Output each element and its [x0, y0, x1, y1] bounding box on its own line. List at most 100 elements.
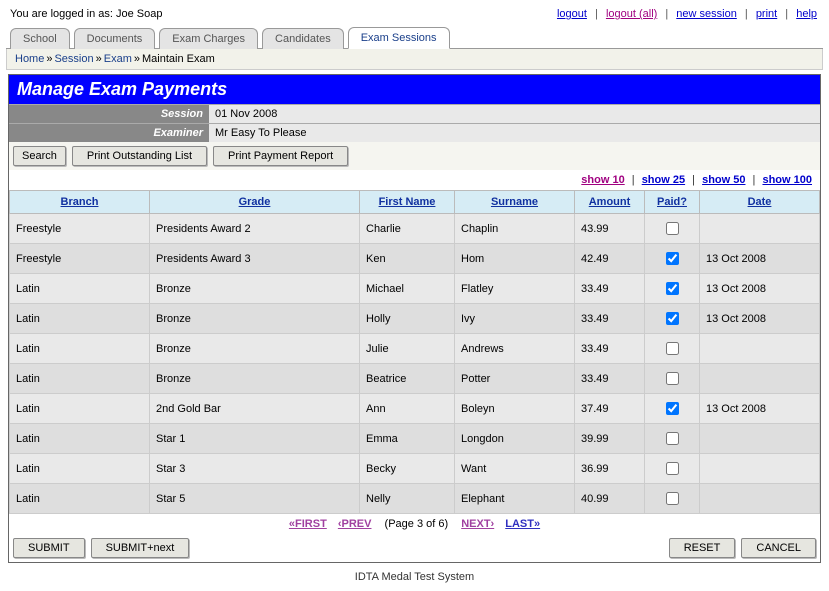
- crumb-home[interactable]: Home: [15, 53, 44, 65]
- cell-branch: Latin: [10, 424, 150, 454]
- tab-school[interactable]: School: [10, 28, 70, 49]
- table-row: LatinStar 1EmmaLongdon39.99: [10, 424, 820, 454]
- paid-checkbox[interactable]: [666, 462, 679, 475]
- crumb-session[interactable]: Session: [54, 53, 93, 65]
- cell-date: [700, 424, 820, 454]
- cell-branch: Freestyle: [10, 244, 150, 274]
- show-10-link[interactable]: show 10: [581, 174, 624, 186]
- col-branch[interactable]: Branch: [61, 196, 99, 208]
- cell-first: Ann: [360, 394, 455, 424]
- cell-date: 13 Oct 2008: [700, 244, 820, 274]
- cell-amount: 33.49: [575, 364, 645, 394]
- col-surname[interactable]: Surname: [491, 196, 538, 208]
- cell-surname: Hom: [455, 244, 575, 274]
- page-size-links: show 10 | show 25 | show 50 | show 100: [9, 170, 820, 190]
- cell-paid: [645, 334, 700, 364]
- show-100-link[interactable]: show 100: [762, 174, 812, 186]
- cell-paid: [645, 454, 700, 484]
- print-payment-button[interactable]: Print Payment Report: [213, 146, 348, 166]
- col-first-name[interactable]: First Name: [379, 196, 436, 208]
- cell-amount: 36.99: [575, 454, 645, 484]
- col-date[interactable]: Date: [748, 196, 772, 208]
- cell-first: Ken: [360, 244, 455, 274]
- new-session-link[interactable]: new session: [676, 8, 737, 20]
- cell-first: Beatrice: [360, 364, 455, 394]
- table-row: LatinBronzeHollyIvy33.4913 Oct 2008: [10, 304, 820, 334]
- help-link[interactable]: help: [796, 8, 817, 20]
- cell-branch: Latin: [10, 304, 150, 334]
- crumb-exam[interactable]: Exam: [104, 53, 132, 65]
- cell-surname: Potter: [455, 364, 575, 394]
- cell-branch: Latin: [10, 394, 150, 424]
- toolbar: Search Print Outstanding List Print Paym…: [9, 142, 820, 170]
- submit-button[interactable]: SUBMIT: [13, 538, 85, 558]
- cell-paid: [645, 394, 700, 424]
- logout-link[interactable]: logout: [557, 8, 587, 20]
- pager: «FIRST ‹PREV (Page 3 of 6) NEXT› LAST»: [9, 514, 820, 534]
- submit-next-button[interactable]: SUBMIT+next: [91, 538, 190, 558]
- cell-date: 13 Oct 2008: [700, 304, 820, 334]
- pager-next[interactable]: NEXT›: [461, 518, 494, 530]
- show-25-link[interactable]: show 25: [642, 174, 685, 186]
- print-link[interactable]: print: [756, 8, 777, 20]
- paid-checkbox[interactable]: [666, 282, 679, 295]
- pager-last[interactable]: LAST»: [505, 518, 540, 530]
- cell-amount: 33.49: [575, 304, 645, 334]
- paid-checkbox[interactable]: [666, 402, 679, 415]
- paid-checkbox[interactable]: [666, 222, 679, 235]
- crumb-current: Maintain Exam: [142, 53, 215, 65]
- cell-paid: [645, 364, 700, 394]
- session-label: Session: [9, 105, 209, 123]
- cell-first: Holly: [360, 304, 455, 334]
- cell-branch: Latin: [10, 364, 150, 394]
- search-button[interactable]: Search: [13, 146, 66, 166]
- paid-checkbox[interactable]: [666, 252, 679, 265]
- cell-amount: 33.49: [575, 334, 645, 364]
- cell-grade: Bronze: [150, 364, 360, 394]
- cell-date: [700, 334, 820, 364]
- cell-branch: Latin: [10, 334, 150, 364]
- reset-button[interactable]: RESET: [669, 538, 736, 558]
- cell-date: [700, 484, 820, 514]
- paid-checkbox[interactable]: [666, 492, 679, 505]
- cell-grade: Bronze: [150, 274, 360, 304]
- logout-all-link[interactable]: logout (all): [606, 8, 657, 20]
- cell-paid: [645, 274, 700, 304]
- cell-grade: Star 5: [150, 484, 360, 514]
- print-outstanding-button[interactable]: Print Outstanding List: [72, 146, 207, 166]
- cell-grade: Star 1: [150, 424, 360, 454]
- cancel-button[interactable]: CANCEL: [741, 538, 816, 558]
- cell-first: Michael: [360, 274, 455, 304]
- table-row: LatinBronzeJulieAndrews33.49: [10, 334, 820, 364]
- tab-documents[interactable]: Documents: [74, 28, 156, 49]
- col-paid[interactable]: Paid?: [657, 196, 687, 208]
- paid-checkbox[interactable]: [666, 342, 679, 355]
- pager-prev[interactable]: ‹PREV: [338, 518, 372, 530]
- cell-branch: Latin: [10, 274, 150, 304]
- table-row: LatinBronzeMichaelFlatley33.4913 Oct 200…: [10, 274, 820, 304]
- paid-checkbox[interactable]: [666, 372, 679, 385]
- cell-paid: [645, 424, 700, 454]
- pager-first[interactable]: «FIRST: [289, 518, 327, 530]
- col-grade[interactable]: Grade: [239, 196, 271, 208]
- cell-paid: [645, 304, 700, 334]
- paid-checkbox[interactable]: [666, 432, 679, 445]
- tab-exam-charges[interactable]: Exam Charges: [159, 28, 258, 49]
- cell-grade: 2nd Gold Bar: [150, 394, 360, 424]
- cell-paid: [645, 244, 700, 274]
- table-row: Latin2nd Gold BarAnnBoleyn37.4913 Oct 20…: [10, 394, 820, 424]
- tab-exam-sessions[interactable]: Exam Sessions: [348, 27, 450, 49]
- cell-paid: [645, 214, 700, 244]
- cell-amount: 42.49: [575, 244, 645, 274]
- examiner-label: Examiner: [9, 124, 209, 142]
- cell-date: 13 Oct 2008: [700, 394, 820, 424]
- col-amount[interactable]: Amount: [589, 196, 631, 208]
- logged-in-prefix: You are logged in as:: [10, 8, 116, 20]
- show-50-link[interactable]: show 50: [702, 174, 745, 186]
- cell-first: Nelly: [360, 484, 455, 514]
- cell-grade: Bronze: [150, 334, 360, 364]
- cell-grade: Presidents Award 3: [150, 244, 360, 274]
- table-row: LatinBronzeBeatricePotter33.49: [10, 364, 820, 394]
- tab-candidates[interactable]: Candidates: [262, 28, 344, 49]
- paid-checkbox[interactable]: [666, 312, 679, 325]
